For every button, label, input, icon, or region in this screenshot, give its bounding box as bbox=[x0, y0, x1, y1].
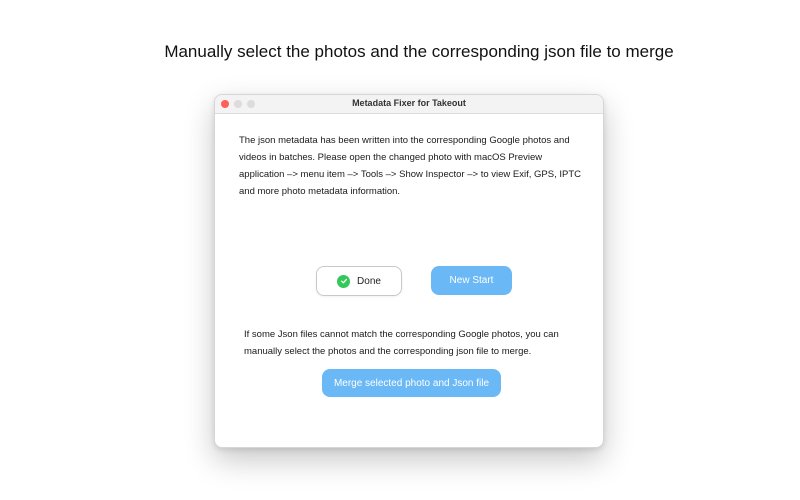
page-headline: Manually select the photos and the corre… bbox=[164, 42, 674, 61]
done-button-label: Done bbox=[357, 275, 381, 287]
checkmark-glyph bbox=[340, 278, 347, 284]
app-window: Metadata Fixer for Takeout The json meta… bbox=[214, 94, 604, 448]
result-description: The json metadata has been written into … bbox=[239, 135, 581, 197]
new-start-button[interactable]: New Start bbox=[431, 266, 512, 295]
merge-note: If some Json files cannot match the corr… bbox=[244, 329, 559, 357]
window-title: Metadata Fixer for Takeout bbox=[352, 98, 466, 108]
title-bar: Metadata Fixer for Takeout bbox=[215, 95, 603, 114]
merge-button-label: Merge selected photo and Json file bbox=[333, 377, 490, 389]
done-button[interactable]: Done bbox=[316, 266, 402, 296]
new-start-button-label: New Start bbox=[449, 275, 494, 286]
merge-button[interactable]: Merge selected photo and Json file bbox=[322, 369, 501, 397]
check-circle-icon bbox=[337, 274, 351, 288]
